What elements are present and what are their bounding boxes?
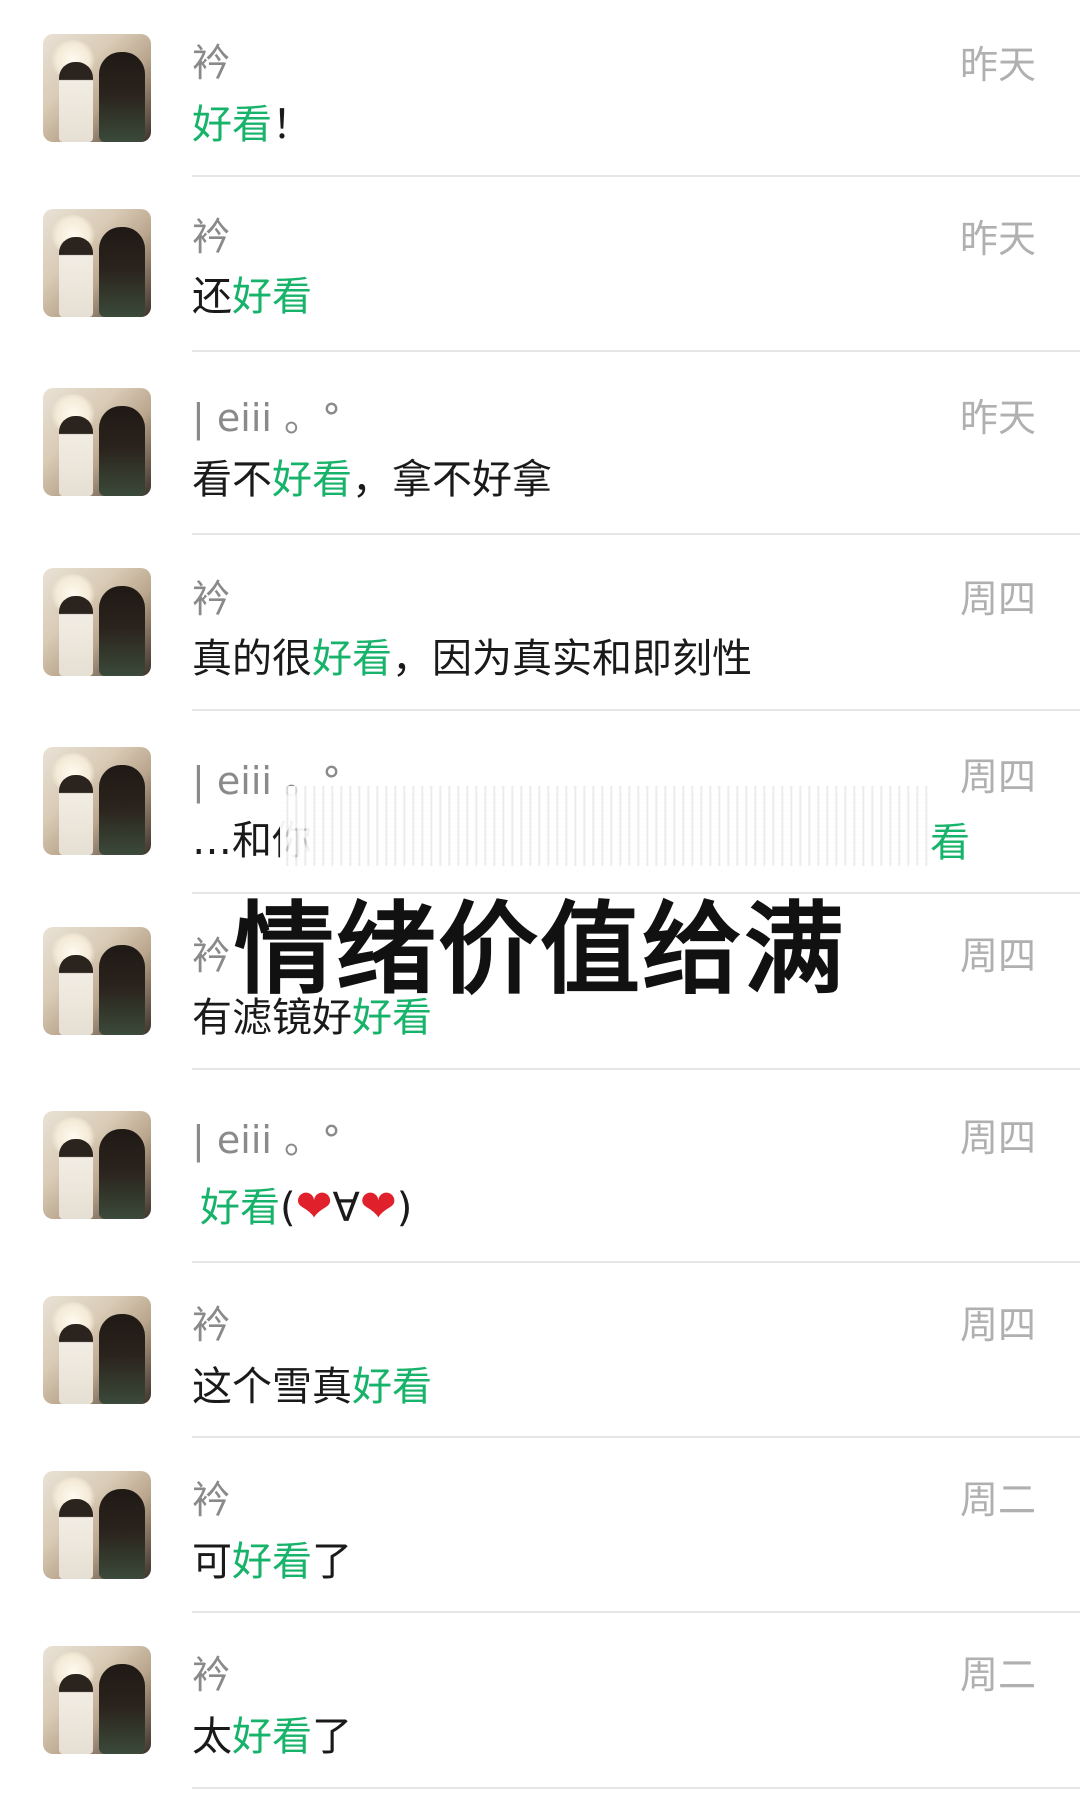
avatar-person	[59, 62, 93, 142]
contact-name: 衿	[192, 215, 231, 259]
keyword-highlight: 好看	[232, 274, 312, 320]
avatar-person	[59, 1139, 93, 1219]
contact-name: | eiii 。°	[192, 396, 342, 440]
chat-result-row[interactable]: 衿 昨天 好看！	[0, 0, 1080, 176]
avatar-person	[99, 765, 145, 855]
message-snippet: 好看(❤∀❤)	[200, 1175, 412, 1233]
keyword-highlight: 好看	[232, 1539, 312, 1585]
avatar[interactable]	[43, 1646, 151, 1754]
keyword-highlight: 好看	[200, 1185, 280, 1231]
avatar[interactable]	[43, 747, 151, 855]
snippet-before: 看不	[192, 457, 272, 503]
message-snippet: 还好看	[192, 264, 312, 322]
avatar-person	[99, 406, 145, 496]
keyword-highlight: 好看	[232, 1714, 312, 1760]
keyword-highlight: 好看	[272, 457, 352, 503]
message-snippet: 真的很好看，因为真实和即刻性	[192, 626, 752, 684]
snippet-after: ，因为真实和即刻性	[392, 636, 752, 682]
keyword-highlight: 好看	[192, 102, 272, 148]
avatar[interactable]	[43, 1471, 151, 1579]
contact-name: 衿	[192, 1478, 231, 1522]
message-time: 昨天	[959, 396, 1036, 440]
avatar-person	[59, 416, 93, 496]
snippet-after: ！	[272, 102, 312, 148]
contact-name: | eiii 。°	[192, 1118, 342, 1162]
avatar-person	[59, 775, 93, 855]
avatar-person	[59, 237, 93, 317]
heart-icon: ❤	[295, 1181, 333, 1232]
message-time: 周四	[959, 577, 1036, 621]
snippet-before: 真的很	[192, 636, 312, 682]
message-time: 周二	[959, 1478, 1036, 1522]
avatar[interactable]	[43, 209, 151, 317]
message-time: 昨天	[959, 43, 1036, 87]
message-time: 周二	[959, 1653, 1036, 1697]
glitch-overlay	[280, 786, 930, 866]
avatar[interactable]	[43, 568, 151, 676]
snippet-before: 还	[192, 274, 232, 320]
keyword-highlight: 好看	[352, 1364, 432, 1410]
chat-result-row[interactable]: 衿 周四 这个雪真好看	[0, 1262, 1080, 1437]
message-snippet: 这个雪真好看	[192, 1354, 432, 1412]
avatar-person	[99, 52, 145, 142]
keyword-highlight: 好看	[312, 636, 392, 682]
avatar-person	[99, 1664, 145, 1754]
avatar-person	[59, 596, 93, 676]
chat-result-row[interactable]: 衿 周二 可好看了	[0, 1437, 1080, 1612]
avatar-person	[99, 1129, 145, 1219]
avatar-person	[99, 1489, 145, 1579]
message-snippet: 好看！	[192, 92, 312, 150]
avatar-person	[99, 586, 145, 676]
avatar-person	[59, 1324, 93, 1404]
snippet-after: 了	[312, 1539, 352, 1585]
message-time: 周四	[959, 755, 1036, 799]
contact-name: 衿	[192, 41, 231, 85]
overlay-caption: 情绪价值给满	[234, 891, 846, 1008]
avatar-person	[99, 227, 145, 317]
message-time: 周四	[959, 1303, 1036, 1347]
chat-result-row[interactable]: 衿 昨天 还好看	[0, 176, 1080, 351]
snippet-after: 了	[312, 1714, 352, 1760]
message-time: 昨天	[959, 217, 1036, 261]
contact-name: 衿	[192, 577, 231, 621]
avatar[interactable]	[43, 388, 151, 496]
avatar-person	[99, 1314, 145, 1404]
avatar-person	[59, 1674, 93, 1754]
avatar[interactable]	[43, 34, 151, 142]
message-snippet: 看不好看，拿不好拿	[192, 447, 552, 505]
contact-name: 衿	[192, 1303, 231, 1347]
chat-result-row[interactable]: | eiii 。° 周四 好看(❤∀❤)	[0, 1069, 1080, 1262]
chat-result-row[interactable]: 衿 周四 真的很好看，因为真实和即刻性	[0, 534, 1080, 710]
message-snippet: 太好看了	[192, 1704, 352, 1762]
snippet-before: 这个雪真	[192, 1364, 352, 1410]
snippet-after: (❤∀❤)	[280, 1181, 413, 1232]
heart-icon: ❤	[359, 1181, 397, 1232]
avatar-person	[59, 1499, 93, 1579]
contact-name: 衿	[192, 1653, 231, 1697]
snippet-before: 可	[192, 1539, 232, 1585]
snippet-before: 太	[192, 1714, 232, 1760]
chat-result-row[interactable]: 衿 周二 太好看了	[0, 1612, 1080, 1793]
message-time: 周四	[959, 1116, 1036, 1160]
snippet-after: ，拿不好拿	[352, 457, 552, 503]
divider	[192, 1787, 1080, 1789]
avatar[interactable]	[43, 1296, 151, 1404]
avatar[interactable]	[43, 1111, 151, 1219]
chat-result-row[interactable]: | eiii 。° 昨天 看不好看，拿不好拿	[0, 351, 1080, 534]
keyword-highlight: 看	[930, 820, 970, 866]
message-snippet: 可好看了	[192, 1529, 352, 1587]
